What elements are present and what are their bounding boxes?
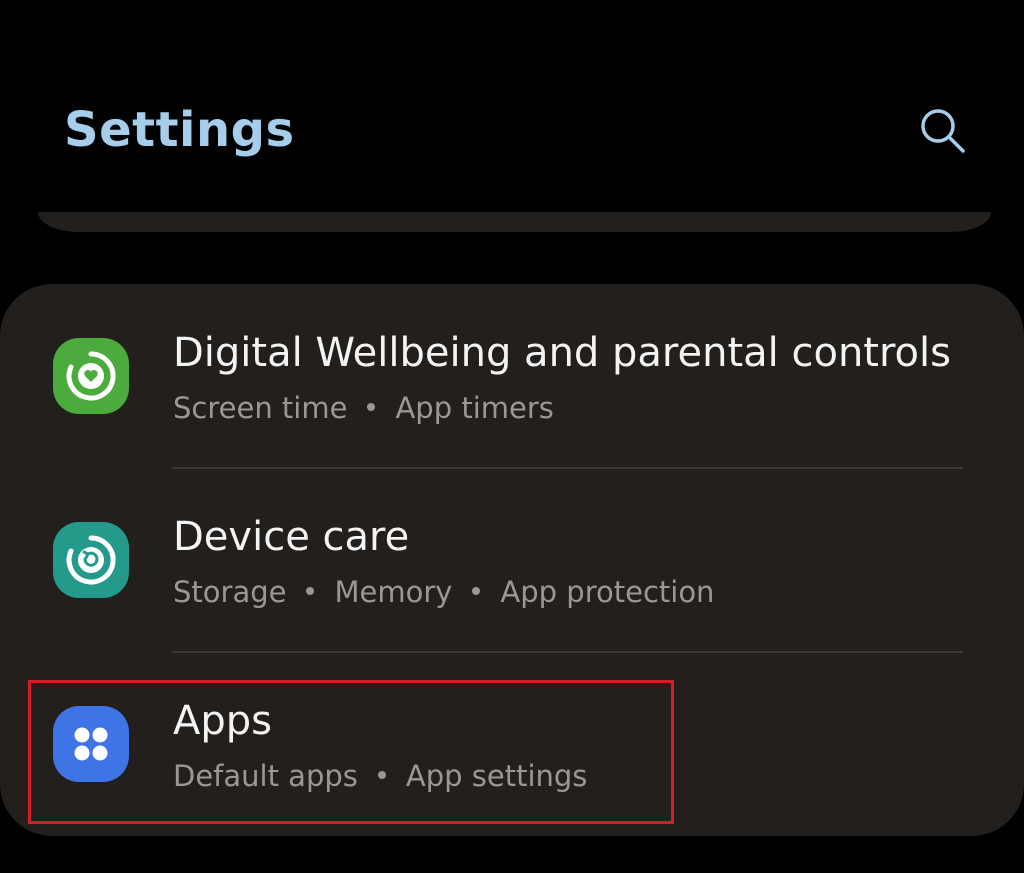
separator-dot xyxy=(306,587,315,595)
list-item-apps[interactable]: Apps Default apps App settings xyxy=(0,652,1024,836)
digital-wellbeing-icon xyxy=(53,338,129,414)
separator-dot xyxy=(367,403,376,411)
settings-card: Digital Wellbeing and parental controls … xyxy=(0,284,1024,836)
apps-icon xyxy=(53,706,129,782)
previous-card-edge xyxy=(38,212,991,232)
search-button[interactable] xyxy=(910,100,976,166)
subtitle-part: Default apps xyxy=(173,759,358,793)
subtitle-part: Storage xyxy=(173,575,287,609)
row-subtitle: Default apps App settings xyxy=(173,758,587,794)
subtitle-part: Screen time xyxy=(173,391,348,425)
subtitle-part: Memory xyxy=(334,575,453,609)
subtitle-part: App timers xyxy=(395,391,554,425)
row-title: Device care xyxy=(173,514,410,560)
row-subtitle: Screen time App timers xyxy=(173,390,554,426)
row-title: Apps xyxy=(173,698,272,744)
separator-dot xyxy=(377,771,386,779)
separator-dot xyxy=(472,587,481,595)
search-icon[interactable] xyxy=(918,106,968,160)
subtitle-part: App protection xyxy=(500,575,715,609)
list-item-device-care[interactable]: Device care Storage Memory App protection xyxy=(0,468,1024,652)
subtitle-part: App settings xyxy=(405,759,588,793)
page-title: Settings xyxy=(64,102,295,158)
device-care-icon xyxy=(53,522,129,598)
row-subtitle: Storage Memory App protection xyxy=(173,574,714,610)
list-item-digital-wellbeing[interactable]: Digital Wellbeing and parental controls … xyxy=(0,284,1024,468)
row-title: Digital Wellbeing and parental controls xyxy=(173,330,951,376)
